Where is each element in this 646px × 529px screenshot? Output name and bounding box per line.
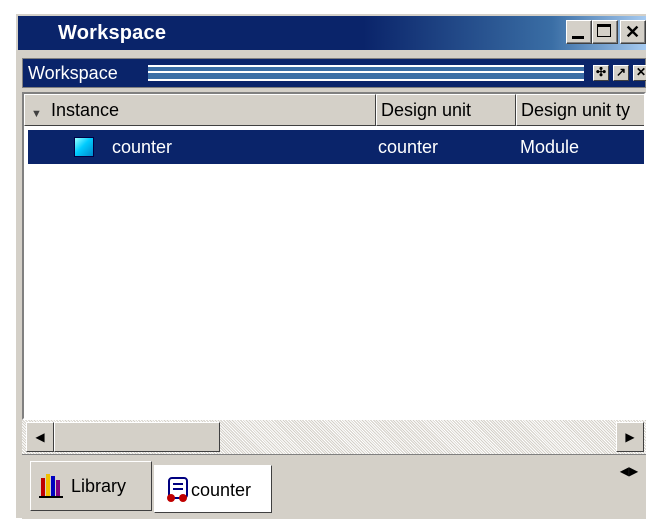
scroll-left-button[interactable]: ◀ (26, 422, 54, 452)
close-button[interactable] (620, 20, 646, 44)
sim-icon (167, 477, 188, 502)
tab-strip: Library counter ◀▶ (22, 454, 646, 519)
tab-scroll-arrows-icon[interactable]: ◀▶ (616, 461, 642, 483)
column-header-instance[interactable]: ▼ Instance (24, 94, 376, 126)
minimize-button[interactable] (566, 20, 592, 44)
column-label: Design unit (381, 100, 472, 120)
cell-instance: counter (112, 137, 173, 157)
pin-icon[interactable]: ✣ (593, 65, 609, 81)
horizontal-scrollbar[interactable]: ◀ ▶ (22, 420, 646, 454)
instance-list[interactable]: ▼ Instance Design unit Design unit ty co… (22, 92, 646, 420)
column-label: Design unit ty (521, 100, 631, 120)
library-icon (39, 474, 63, 498)
cell-design-unit: counter (378, 137, 439, 157)
column-label: Instance (51, 100, 120, 120)
module-icon (74, 137, 94, 157)
close-icon[interactable]: ✕ (633, 65, 646, 81)
table-row[interactable]: counter counter Module (28, 130, 644, 164)
tab-label: Library (71, 476, 127, 496)
tab-label: counter (191, 480, 252, 500)
column-header-design-unit-type[interactable]: Design unit ty (516, 94, 644, 126)
pane-title: Workspace (28, 63, 118, 83)
window-title: Workspace (58, 22, 167, 44)
column-header-design-unit[interactable]: Design unit (376, 94, 516, 126)
scroll-thumb[interactable] (54, 422, 220, 452)
undock-icon[interactable]: ↗ (613, 65, 629, 81)
tab-library[interactable]: Library (30, 461, 152, 511)
cell-design-unit-type: Module (520, 137, 580, 157)
tab-counter[interactable]: counter (154, 465, 272, 513)
scroll-right-button[interactable]: ▶ (616, 422, 644, 452)
sort-arrow-icon: ▼ (31, 108, 42, 120)
pane-header[interactable]: Workspace ✣ ↗ ✕ (22, 58, 646, 88)
maximize-button[interactable] (592, 20, 618, 44)
drag-grip[interactable] (148, 65, 584, 81)
window-titlebar[interactable]: Workspace (18, 16, 646, 50)
